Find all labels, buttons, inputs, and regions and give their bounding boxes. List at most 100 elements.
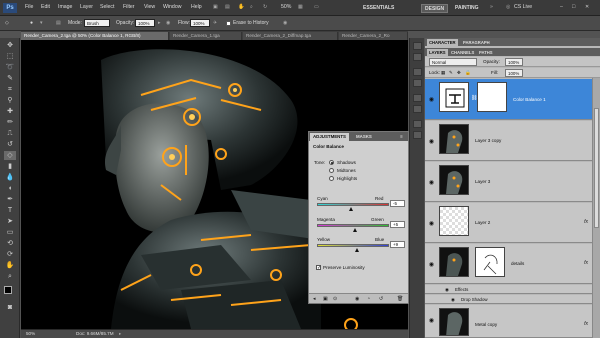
layer-2[interactable]: ◉ Layer 2 fx: [425, 203, 592, 243]
flow-field[interactable]: 100%: [190, 19, 210, 27]
scrollbar-thumb[interactable]: [594, 108, 599, 228]
eraser-tool-icon[interactable]: ◇: [5, 20, 9, 26]
pressure-size-icon[interactable]: ◉: [283, 20, 287, 26]
minimize-icon[interactable]: –: [560, 4, 563, 10]
menu-filter[interactable]: Filter: [123, 4, 135, 10]
tone-shadows-radio[interactable]: [329, 160, 334, 165]
cs-live-icon[interactable]: ◎: [506, 4, 511, 10]
dock-adjustments-icon[interactable]: [413, 120, 422, 128]
marquee-tool-icon[interactable]: ⬚: [4, 52, 16, 61]
tab-layers[interactable]: LAYERS: [427, 49, 448, 56]
healing-tool-icon[interactable]: ✚: [4, 107, 16, 116]
double-chevron-icon[interactable]: »: [490, 4, 493, 10]
workspace-design[interactable]: DESIGN: [421, 4, 449, 13]
cyan-red-value[interactable]: -5: [390, 200, 405, 207]
menu-window[interactable]: Window: [163, 4, 181, 10]
visibility-eye-icon[interactable]: ◉: [427, 179, 436, 186]
preserve-luminosity-checkbox[interactable]: ✓: [316, 265, 321, 271]
blur-tool-icon[interactable]: 💧: [4, 173, 16, 182]
tone-highlights-radio[interactable]: [329, 176, 334, 181]
eye-icon[interactable]: ◉: [451, 297, 455, 303]
erase-history-checkbox[interactable]: [226, 21, 231, 26]
lock-pixels-icon[interactable]: ✎: [449, 70, 453, 76]
zoom-tool-icon[interactable]: ⌕: [4, 272, 16, 281]
dock-actions-icon[interactable]: [413, 53, 422, 61]
arrange-icon[interactable]: ▦: [298, 4, 303, 10]
lock-transparency-icon[interactable]: ▦: [441, 70, 445, 76]
rotate-icon[interactable]: ↻: [263, 4, 267, 10]
visibility-eye-icon[interactable]: ◉: [427, 317, 436, 324]
status-zoom[interactable]: 50%: [26, 331, 35, 336]
brush-dropdown-icon[interactable]: ▾: [40, 20, 43, 26]
magenta-green-value[interactable]: +5: [390, 221, 405, 228]
visibility-eye-icon[interactable]: ◉: [427, 96, 436, 103]
tab-paths[interactable]: PATHS: [477, 49, 495, 56]
visibility-eye-icon[interactable]: ◉: [427, 220, 436, 227]
tab-diffmap[interactable]: Render_Camera_2_Diffmap.tga: [243, 32, 338, 40]
bridge-icon[interactable]: ▣: [213, 4, 218, 10]
tab-character[interactable]: CHARACTER: [427, 39, 458, 46]
tone-midtones-radio[interactable]: [329, 168, 334, 173]
tab-adjustments[interactable]: ADJUSTMENTS: [310, 133, 349, 141]
layer-fx-icon[interactable]: fx: [584, 260, 588, 266]
pen-tool-icon[interactable]: ✒: [4, 195, 16, 204]
menu-layer[interactable]: Layer: [80, 4, 93, 10]
panel-menu-icon[interactable]: ≡: [397, 133, 406, 141]
3d-camera-tool-icon[interactable]: ⟳: [4, 250, 16, 259]
close-icon[interactable]: ✕: [585, 4, 589, 10]
quick-mask-icon[interactable]: ◙: [4, 303, 16, 312]
dock-styles-icon[interactable]: [413, 79, 422, 87]
zoom-icon[interactable]: ⌕: [250, 4, 253, 11]
layer-name[interactable]: Layer 2: [475, 220, 490, 225]
layer-fx-icon[interactable]: fx: [584, 321, 588, 327]
maximize-icon[interactable]: □: [572, 4, 575, 10]
layer-name[interactable]: Layer 3 copy: [475, 138, 501, 143]
tab-paragraph[interactable]: PARAGRAPH: [461, 39, 492, 46]
hand-tool-icon[interactable]: ✋: [4, 261, 16, 270]
visibility-icon[interactable]: ◉: [355, 296, 359, 302]
dock-swatches-icon[interactable]: [413, 68, 422, 76]
move-tool-icon[interactable]: ✥: [4, 41, 16, 50]
opacity-arrow-icon[interactable]: ▸: [158, 20, 161, 26]
menu-edit[interactable]: Edit: [41, 4, 50, 10]
workspace-essentials[interactable]: ESSENTIALS: [360, 4, 397, 13]
zoom-level[interactable]: 50%: [281, 4, 291, 10]
lasso-tool-icon[interactable]: ➰: [4, 63, 16, 72]
gradient-tool-icon[interactable]: ▮: [4, 162, 16, 171]
cyan-red-thumb[interactable]: [348, 207, 353, 211]
yellow-blue-thumb[interactable]: [355, 248, 360, 252]
magenta-green-thumb[interactable]: [353, 228, 358, 232]
dock-brushes-icon[interactable]: [413, 94, 422, 102]
layer-3[interactable]: ◉ Layer 3: [425, 162, 592, 202]
layer-name[interactable]: details: [511, 261, 524, 266]
tab-channels[interactable]: CHANNELS: [449, 49, 476, 56]
layer-metal-copy[interactable]: ◉ Metal copy fx: [425, 305, 592, 338]
back-icon[interactable]: ◂: [313, 296, 316, 302]
menu-image[interactable]: Image: [58, 4, 72, 10]
cyan-red-slider[interactable]: [317, 203, 389, 211]
foreground-color-swatch[interactable]: [4, 286, 12, 294]
menu-help[interactable]: Help: [191, 4, 202, 10]
screen-mode-icon[interactable]: ▭: [314, 4, 319, 10]
cs-live-label[interactable]: CS Live: [514, 4, 532, 10]
layer-color-balance[interactable]: ◉ ⛓ Color Balance 1: [425, 79, 592, 120]
layers-opacity-field[interactable]: 100%: [505, 58, 523, 66]
shape-tool-icon[interactable]: ▭: [4, 228, 16, 237]
layer-mask-thumbnail[interactable]: [475, 247, 505, 277]
crop-tool-icon[interactable]: ⌗: [4, 85, 16, 94]
type-tool-icon[interactable]: T: [4, 206, 16, 215]
workspace-painting[interactable]: PAINTING: [452, 4, 482, 13]
yellow-blue-value[interactable]: +9: [390, 241, 405, 248]
visibility-eye-icon[interactable]: ◉: [427, 138, 436, 145]
brush-tool-icon[interactable]: ✏: [4, 118, 16, 127]
layer-name[interactable]: Layer 3: [475, 179, 490, 184]
brush-panel-icon[interactable]: ▤: [56, 20, 61, 26]
dock-clone-icon[interactable]: [413, 105, 422, 113]
fill-field[interactable]: 100%: [505, 69, 523, 77]
3d-rotate-tool-icon[interactable]: ⟲: [4, 239, 16, 248]
clip-layer-icon[interactable]: ⊙: [333, 296, 337, 302]
layer-name[interactable]: Color Balance 1: [513, 97, 546, 102]
blend-mode-select[interactable]: Normal: [429, 58, 477, 66]
layer-fx-icon[interactable]: fx: [584, 219, 588, 225]
eye-icon[interactable]: ◉: [445, 287, 449, 293]
